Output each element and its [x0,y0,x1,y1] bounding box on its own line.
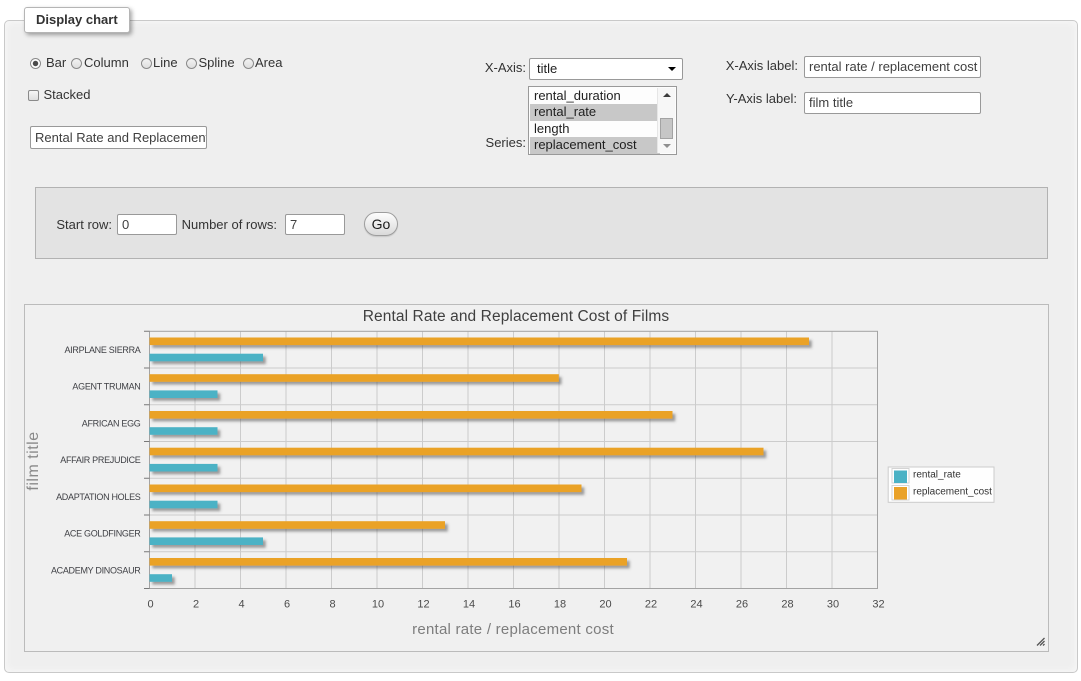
svg-text:AFRICAN EGG: AFRICAN EGG [82,418,141,428]
svg-text:rental_rate: rental_rate [913,470,961,481]
svg-text:22: 22 [645,598,657,610]
svg-text:film title: film title [25,431,42,490]
svg-text:ADAPTATION HOLES: ADAPTATION HOLES [56,492,141,502]
svg-text:ACE GOLDFINGER: ACE GOLDFINGER [64,529,141,539]
svg-text:18: 18 [554,598,566,610]
svg-text:30: 30 [827,598,839,610]
svg-text:32: 32 [872,598,884,610]
svg-text:14: 14 [463,598,475,610]
svg-text:AGENT TRUMAN: AGENT TRUMAN [72,382,140,392]
svg-text:16: 16 [508,598,520,610]
svg-text:Rental Rate and Replacement Co: Rental Rate and Replacement Cost of Film… [363,308,670,325]
svg-text:8: 8 [329,598,335,610]
svg-text:20: 20 [599,598,611,610]
svg-text:0: 0 [147,598,153,610]
svg-text:ACADEMY DINOSAUR: ACADEMY DINOSAUR [51,565,141,575]
svg-text:AIRPLANE SIERRA: AIRPLANE SIERRA [64,345,140,355]
svg-text:4: 4 [238,598,244,610]
svg-text:rental rate / replacement cost: rental rate / replacement cost [412,621,614,638]
svg-text:AFFAIR PREJUDICE: AFFAIR PREJUDICE [60,455,141,465]
svg-text:26: 26 [736,598,748,610]
svg-text:6: 6 [284,598,290,610]
svg-text:28: 28 [781,598,793,610]
svg-text:2: 2 [193,598,199,610]
svg-text:10: 10 [372,598,384,610]
svg-text:replacement_cost: replacement_cost [913,487,992,498]
svg-text:24: 24 [690,598,702,610]
svg-text:12: 12 [417,598,429,610]
